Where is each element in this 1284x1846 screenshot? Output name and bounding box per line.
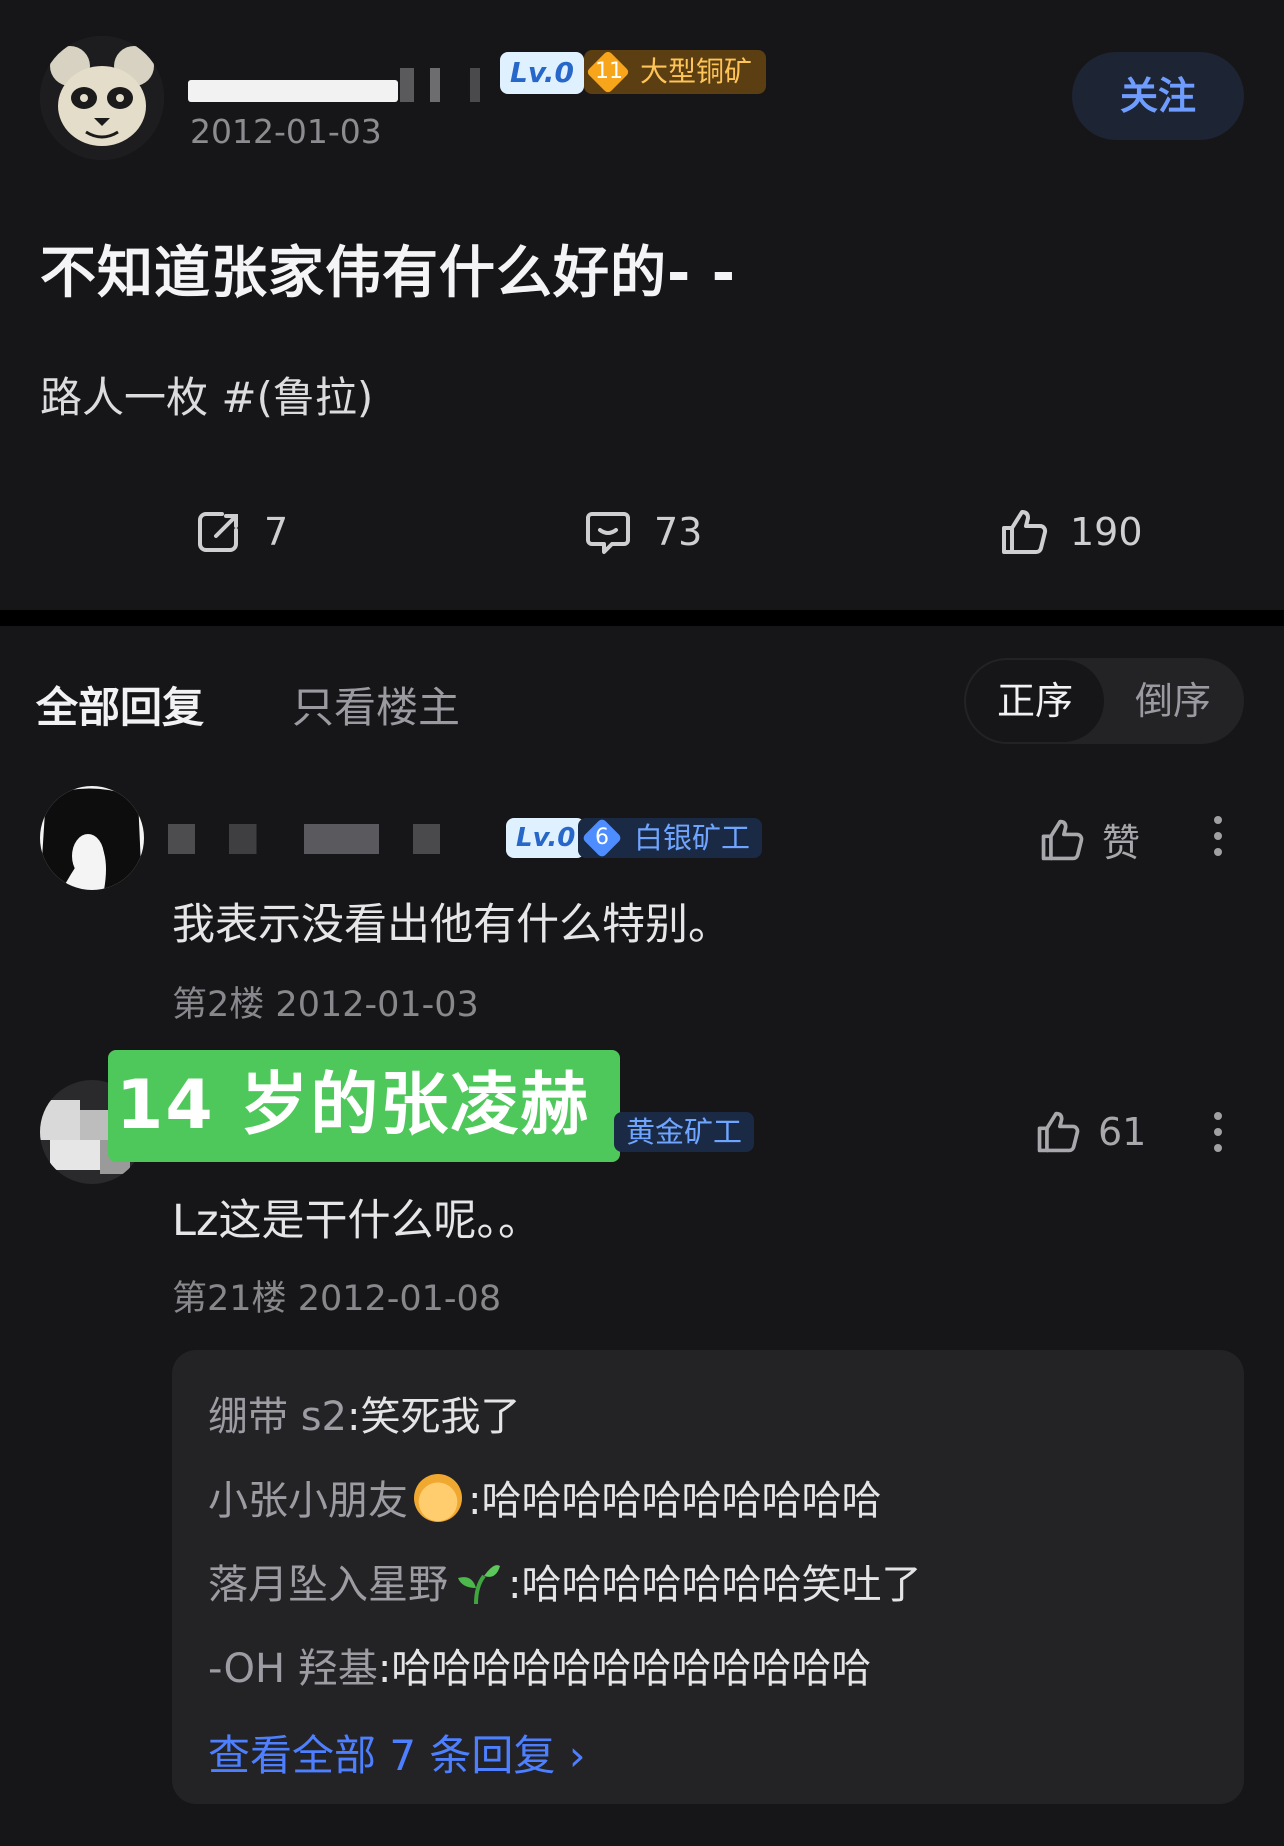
post-date: 2012-01-03 — [190, 112, 382, 151]
reply-avatar[interactable] — [40, 786, 144, 890]
view-all-replies-link[interactable]: 查看全部 7 条回复 › — [208, 1722, 586, 1783]
thumbs-up-icon — [1002, 510, 1048, 554]
author-name-blur — [400, 68, 500, 102]
more-options-icon[interactable] — [1212, 1104, 1224, 1160]
reply-like-button[interactable]: 61 — [1034, 1108, 1146, 1156]
rank-badge: 黄金矿工 — [614, 1112, 755, 1152]
section-divider — [0, 610, 1284, 626]
post-body: 路人一枚 #(鲁拉) — [40, 373, 374, 422]
reply-like-button[interactable]: 赞 — [1038, 812, 1140, 867]
reply-floor: 第2楼 — [172, 985, 265, 1025]
post-title: 不知道张家伟有什么好的- - — [40, 241, 736, 306]
comment-button[interactable]: 73 — [582, 500, 702, 564]
author-avatar[interactable] — [40, 36, 164, 160]
level-badge: Lv.0 — [500, 52, 584, 94]
tab-all-replies[interactable]: 全部回复 — [36, 674, 204, 735]
sub-reply[interactable]: 绷带 s2:笑死我了 — [208, 1384, 521, 1442]
reply-meta: 第21楼 2012-01-08 — [172, 1270, 501, 1321]
reply-meta: 第2楼 2012-01-03 — [172, 976, 479, 1027]
reply-floor: 第21楼 — [172, 1279, 287, 1319]
overlay-caption: 14 岁的张凌赫 — [108, 1050, 620, 1162]
like-button[interactable]: 190 — [998, 500, 1143, 564]
author-name-redacted[interactable] — [188, 80, 398, 102]
reply-date: 2012-01-03 — [275, 985, 479, 1025]
sort-asc-button[interactable]: 正序 — [966, 660, 1104, 742]
sub-reply[interactable]: 落月坠入星野:哈哈哈哈哈哈哈笑吐了 — [208, 1552, 921, 1610]
follow-button[interactable]: 关注 — [1072, 52, 1244, 140]
comment-count: 73 — [654, 510, 703, 554]
level-badge: Lv.0 — [506, 818, 586, 858]
share-icon — [198, 512, 238, 552]
reply-text: 我表示没看出他有什么特别。 — [172, 900, 731, 950]
more-options-icon[interactable] — [1212, 808, 1224, 864]
child-emoji-icon — [414, 1474, 462, 1522]
share-count: 7 — [264, 510, 289, 554]
tab-op-only[interactable]: 只看楼主 — [292, 674, 460, 735]
seedling-emoji-icon — [454, 1558, 502, 1606]
thumbs-up-icon — [1041, 819, 1084, 860]
like-count: 190 — [1070, 510, 1143, 554]
share-button[interactable]: 7 — [192, 500, 288, 564]
sort-desc-button[interactable]: 倒序 — [1104, 660, 1242, 742]
thumbs-up-icon — [1037, 1111, 1080, 1153]
reply-like-count: 61 — [1098, 1110, 1147, 1154]
reply-date: 2012-01-08 — [297, 1279, 502, 1319]
comment-icon — [586, 512, 630, 554]
rank-badge: 6 白银矿工 — [578, 817, 763, 859]
rank-badge: 11 大型铜矿 — [584, 49, 767, 95]
reply-name-redacted[interactable] — [168, 824, 508, 854]
reply-text: Lz这是干什么呢。。 — [172, 1196, 542, 1246]
sub-reply[interactable]: 小张小朋友:哈哈哈哈哈哈哈哈哈哈 — [208, 1468, 881, 1526]
sub-reply[interactable]: -OH 羟基:哈哈哈哈哈哈哈哈哈哈哈哈 — [208, 1636, 871, 1694]
